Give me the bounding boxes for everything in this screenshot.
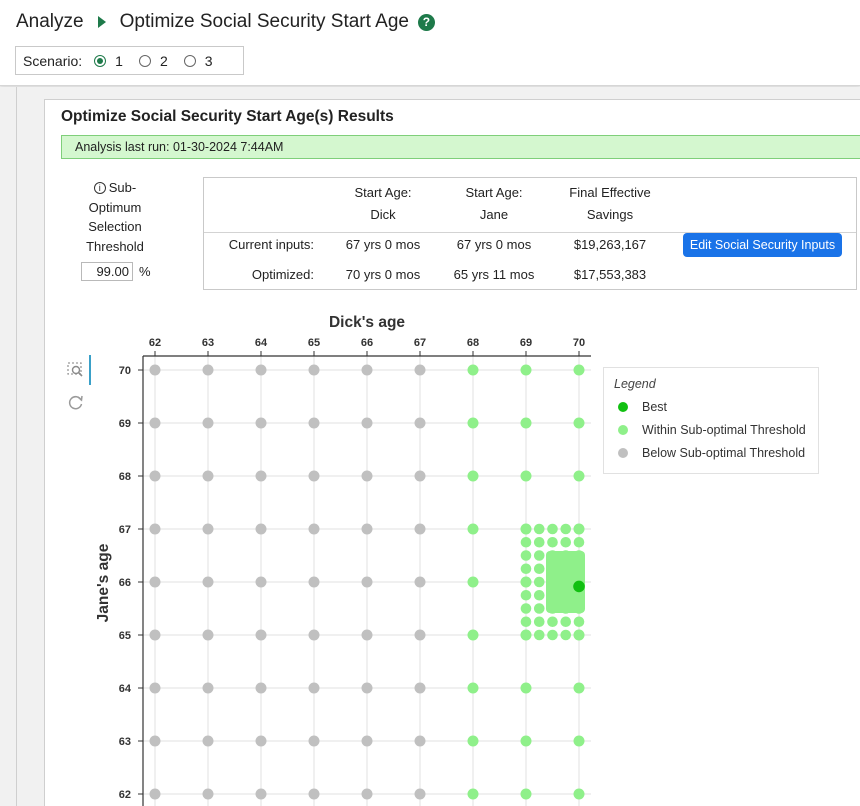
chart-legend: Legend Best Within Sub-optimal Threshold… [603,367,819,474]
legend-item-best: Best [618,400,667,414]
threshold-label-line: Selection [88,219,142,234]
legend-label: Within Sub-optimal Threshold [642,423,806,437]
radio-selected-icon[interactable] [94,54,107,67]
radio-label: 1 [115,52,123,69]
optimized-savings: $17,553,383 [573,267,647,282]
optimized-jane: 65 yrs 11 mos [453,267,535,282]
below-dot-icon [618,448,628,458]
radio-label: 3 [204,52,213,69]
header-line: Dick [370,207,396,222]
scenario-radio-3[interactable]: 3 [183,52,213,69]
radio-icon[interactable] [138,54,151,67]
reset-zoom-icon[interactable] [66,392,86,412]
radio-label: 2 [159,52,168,69]
scenario-radio-1[interactable]: 1 [94,53,123,69]
edit-social-security-button[interactable]: Edit Social Security Inputs [683,233,842,257]
analysis-last-run: Analysis last run: 01-30-2024 7:44AM [75,140,284,154]
top-header: Analyze Optimize Social Security Start A… [0,0,860,86]
radio-icon[interactable] [183,54,196,67]
legend-title: Legend [614,377,656,391]
threshold-input[interactable]: 99.00 [81,262,133,281]
best-dot-icon [618,402,628,412]
breadcrumb-analyze[interactable]: Analyze [16,11,84,33]
within-dot-icon [618,425,628,435]
breadcrumb-chevron-icon [97,16,106,28]
header-line: Start Age: [354,185,412,200]
page-title: Optimize Social Security Start Age [119,11,409,32]
threshold-label-line: Sub- [108,180,137,195]
legend-item-below: Below Sub-optimal Threshold [618,446,805,460]
optimized-dick: 70 yrs 0 mos [345,267,421,282]
breadcrumb: Analyze Optimize Social Security Start A… [16,11,435,33]
header-final-savings: Final Effective Savings [554,182,666,226]
header-line: Savings [586,207,634,222]
chart-toolbar [66,360,90,412]
scenario-selector: Scenario: 1 2 3 [15,46,244,75]
header-line: Jane [479,207,509,222]
legend-label: Below Sub-optimal Threshold [642,446,806,460]
info-icon[interactable]: i [93,182,106,194]
header-start-age-jane: Start Age: Jane [446,182,542,226]
scenario-label: Scenario: [23,52,83,69]
current-jane: 67 yrs 0 mos [456,237,532,252]
threshold-label-line: Threshold [86,238,144,254]
analysis-banner: Analysis last run: 01-30-2024 7:44AM [61,135,860,159]
zoom-select-icon[interactable] [66,360,86,380]
legend-label: Best [642,400,668,414]
scenario-radio-2[interactable]: 2 [138,52,168,69]
header-start-age-dick: Start Age: Dick [335,182,431,226]
threshold-unit: % [139,264,151,279]
row-label-optimized: Optimized: [251,267,314,282]
divider [16,87,17,806]
row-label-current: Current inputs: [228,237,314,252]
legend-item-within: Within Sub-optimal Threshold [618,423,806,437]
threshold-label-line: Optimum [88,199,142,215]
results-title: Optimize Social Security Start Age(s) Re… [61,108,394,125]
header-line: Start Age: [465,185,523,200]
header-line: Final Effective [569,185,651,200]
current-dick: 67 yrs 0 mos [345,237,421,252]
current-savings: $19,263,167 [573,237,647,252]
threshold-label: i Sub- Optimum Selection Threshold [75,178,155,256]
help-icon[interactable]: ? [417,13,435,31]
